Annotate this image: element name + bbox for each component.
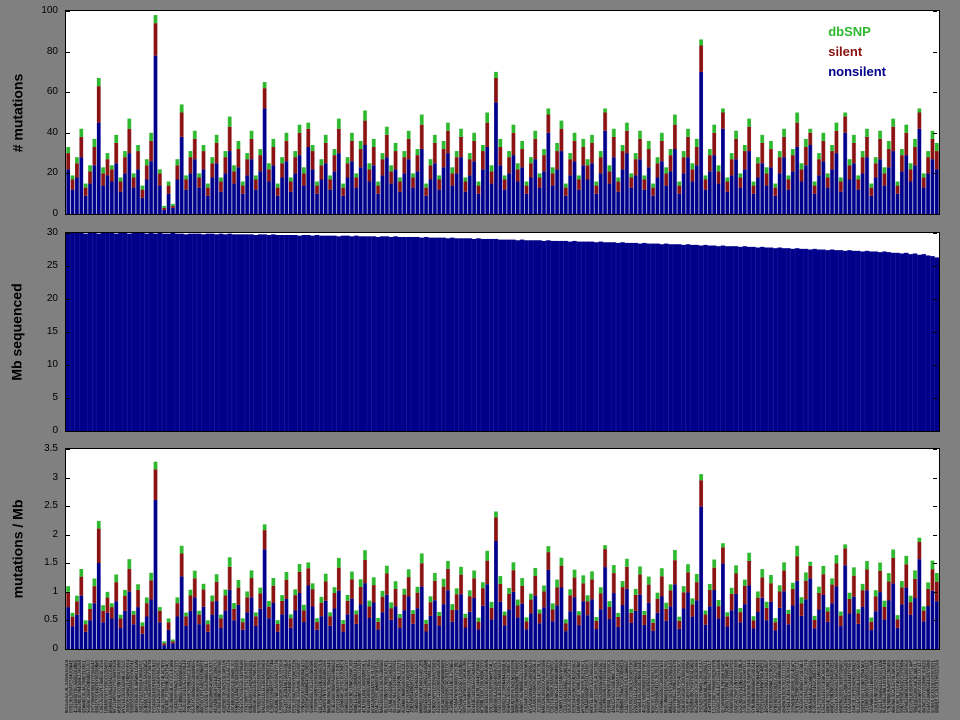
legend-item-dbsnp: dbSNP: [828, 22, 886, 42]
y-tick-label: 1: [0, 586, 58, 598]
panel-mutations-per-mb: [65, 448, 940, 650]
legend-label-silent: silent: [828, 44, 862, 59]
y-tick-label: 0: [0, 208, 58, 220]
y-tick-label: 100: [0, 5, 58, 17]
y-tick-label: 0.5: [0, 614, 58, 626]
y-tick-label: 1.5: [0, 557, 58, 569]
y-tick-label: 2: [0, 529, 58, 541]
y-tick-label: 10: [0, 359, 58, 371]
legend-label-nonsilent: nonsilent: [828, 64, 886, 79]
y-tick-label: 5: [0, 392, 58, 404]
figure: # mutations Mb sequenced mutations / Mb …: [0, 0, 960, 720]
mutation-counts-bars-canvas: [66, 11, 939, 214]
y-tick-label: 3.5: [0, 443, 58, 455]
legend: dbSNP silent nonsilent: [828, 22, 886, 82]
y-tick-label: 30: [0, 227, 58, 239]
mutations-per-mb-bars-canvas: [66, 449, 939, 649]
legend-item-nonsilent: nonsilent: [828, 62, 886, 82]
y-tick-label: 80: [0, 46, 58, 58]
y-axis-label-mutations: # mutations: [4, 10, 30, 215]
y-axis-label-text: mutations / Mb: [9, 500, 25, 599]
y-tick-label: 2.5: [0, 500, 58, 512]
y-tick-label: 0: [0, 643, 58, 655]
panel-mb-sequenced: [65, 232, 940, 432]
y-tick-label: 0: [0, 425, 58, 437]
legend-label-dbsnp: dbSNP: [828, 24, 871, 39]
y-axis-label-text: # mutations: [9, 73, 25, 152]
panel-mutation-counts: [65, 10, 940, 215]
y-tick-label: 20: [0, 293, 58, 305]
y-tick-label: 20: [0, 167, 58, 179]
y-tick-label: 3: [0, 472, 58, 484]
legend-item-silent: silent: [828, 42, 886, 62]
mb-sequenced-bars-canvas: [66, 233, 939, 431]
y-tick-label: 60: [0, 86, 58, 98]
x-axis-sample-labels: [65, 653, 940, 717]
y-tick-label: 15: [0, 326, 58, 338]
y-tick-label: 40: [0, 127, 58, 139]
y-tick-label: 25: [0, 260, 58, 272]
